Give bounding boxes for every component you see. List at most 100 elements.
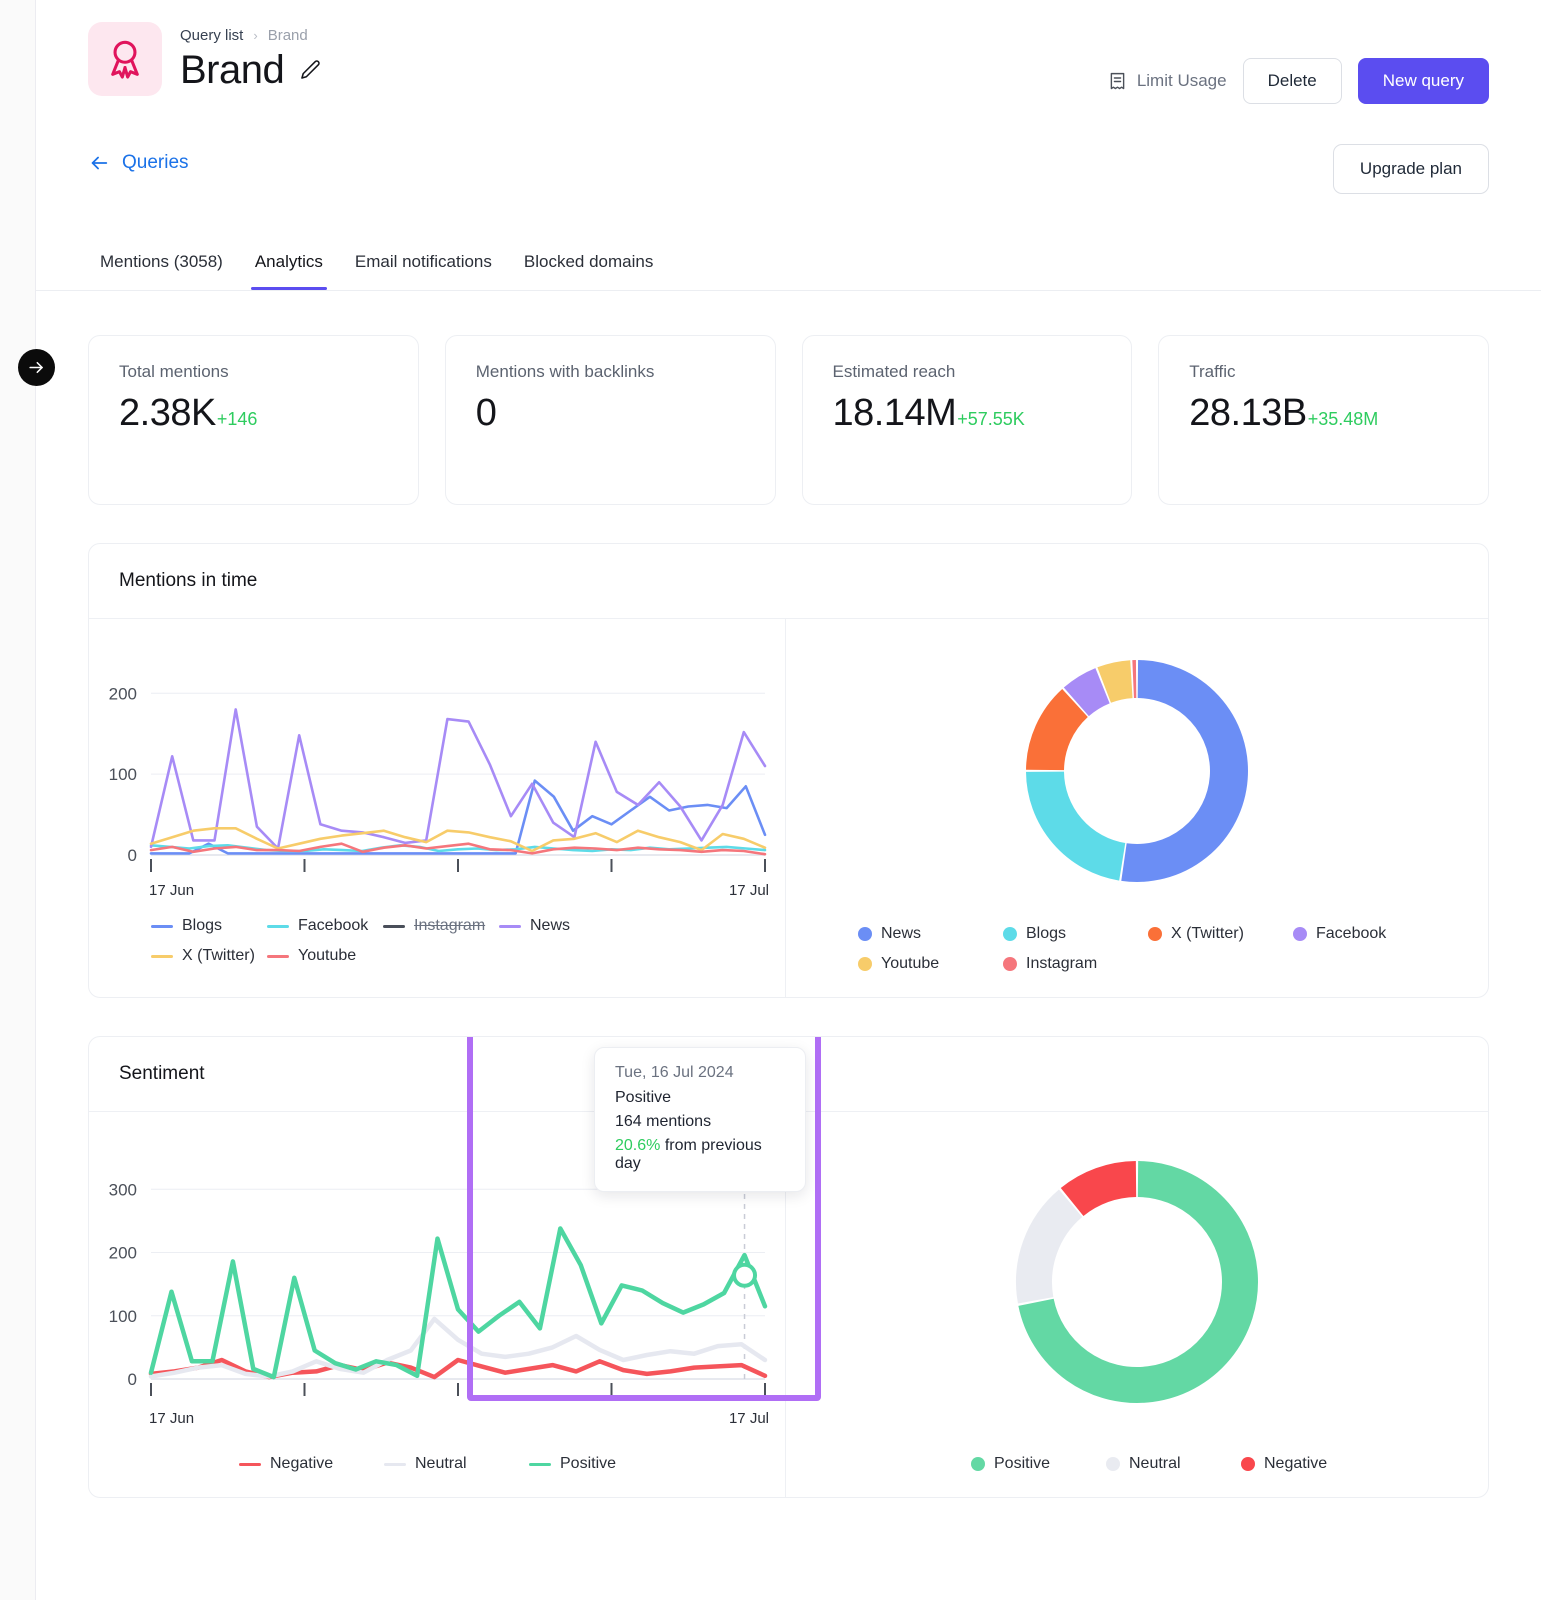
svg-text:300: 300	[109, 1180, 137, 1199]
upgrade-plan-button[interactable]: Upgrade plan	[1333, 144, 1489, 194]
kpi-row: Total mentions2.38K+146Mentions with bac…	[36, 291, 1541, 505]
sentiment-donut	[1012, 1157, 1262, 1407]
legend-item[interactable]: Youtube	[858, 955, 1003, 973]
legend-item[interactable]: Negative	[239, 1455, 384, 1473]
legend-dot-swatch	[971, 1457, 985, 1471]
breadcrumb: Query list › Brand	[180, 22, 323, 44]
legend-item[interactable]: Positive	[971, 1455, 1106, 1473]
legend-item[interactable]: News	[499, 917, 615, 935]
legend-item[interactable]: Neutral	[1106, 1455, 1241, 1473]
pencil-icon	[298, 58, 323, 83]
legend-dot-swatch	[858, 957, 872, 971]
donut-slice	[1076, 686, 1102, 702]
receipt-icon	[1107, 71, 1128, 92]
legend-label: Blogs	[1026, 925, 1066, 943]
new-query-button[interactable]: New query	[1358, 58, 1489, 104]
svg-text:200: 200	[109, 684, 137, 703]
legend-item[interactable]: Blogs	[1003, 925, 1148, 943]
donut-slice	[1124, 679, 1229, 863]
legend-label: X (Twitter)	[182, 947, 255, 965]
legend-line-swatch	[383, 925, 405, 928]
kpi-value: 28.13B	[1189, 392, 1306, 435]
expand-sidebar-button[interactable]	[18, 349, 55, 386]
legend-item[interactable]: X (Twitter)	[1148, 925, 1293, 943]
kpi-delta: +57.55K	[957, 409, 1025, 430]
legend-line-swatch	[529, 1463, 551, 1466]
legend-label: Instagram	[1026, 955, 1097, 973]
legend-label: Positive	[560, 1455, 616, 1473]
tab-mentions-3058[interactable]: Mentions (3058)	[84, 252, 239, 290]
award-ribbon-icon	[102, 36, 148, 82]
tab-label: Email notifications	[355, 252, 492, 271]
kpi-value: 0	[476, 392, 497, 435]
kpi-label: Traffic	[1189, 362, 1458, 382]
legend-item[interactable]: X (Twitter)	[151, 947, 267, 965]
legend-line-swatch	[267, 955, 289, 958]
limit-usage-label: Limit Usage	[1137, 71, 1227, 91]
legend-label: Instagram	[414, 917, 485, 935]
svg-text:17 Jun: 17 Jun	[149, 882, 194, 899]
legend-item[interactable]: News	[858, 925, 1003, 943]
tab-analytics[interactable]: Analytics	[239, 252, 339, 290]
legend-item[interactable]: Instagram	[1003, 955, 1148, 973]
page-content: Query list › Brand Brand	[36, 0, 1541, 1600]
legend-label: Blogs	[182, 917, 222, 935]
breadcrumb-query-list[interactable]: Query list	[180, 27, 243, 44]
svg-text:0: 0	[128, 1370, 137, 1389]
limit-usage-button[interactable]: Limit Usage	[1107, 71, 1227, 92]
mentions-legend: Blogs Facebook Instagram News X (Twitter) You…	[151, 917, 691, 965]
back-label: Queries	[122, 152, 189, 174]
donut-slice	[1045, 772, 1122, 862]
edit-title-button[interactable]	[298, 58, 323, 83]
tooltip-mentions: 164 mentions	[615, 1113, 785, 1131]
legend-label: Youtube	[298, 947, 356, 965]
mentions-line-chart[interactable]: 010020017 Jun17 Jul BlogsFacebookInstagr…	[89, 619, 786, 997]
legend-label: Positive	[994, 1455, 1050, 1473]
kpi-card: Mentions with backlinks0	[445, 335, 776, 505]
legend-item[interactable]: Facebook	[1293, 925, 1438, 943]
svg-text:17 Jul: 17 Jul	[729, 1410, 769, 1427]
legend-label: Facebook	[298, 917, 368, 935]
legend-line-swatch	[151, 925, 173, 928]
legend-dot-swatch	[1003, 957, 1017, 971]
legend-label: News	[530, 917, 570, 935]
tab-email-notifications[interactable]: Email notifications	[339, 252, 508, 290]
mentions-in-time-card: Mentions in time 010020017 Jun17 Jul Blo…	[88, 543, 1489, 998]
legend-label: Neutral	[1129, 1455, 1181, 1473]
legend-dot-swatch	[1106, 1457, 1120, 1471]
legend-item[interactable]: Blogs	[151, 917, 267, 935]
legend-item[interactable]: Youtube	[267, 947, 383, 965]
mentions-donut-chart[interactable]: News Blogs X (Twitter) Facebook Youtube Insta…	[786, 619, 1488, 997]
kpi-delta: +146	[217, 409, 258, 430]
kpi-label: Estimated reach	[833, 362, 1102, 382]
mentions-in-time-title: Mentions in time	[89, 544, 1488, 618]
breadcrumb-separator-icon: ›	[253, 28, 257, 43]
left-rail	[0, 0, 36, 1600]
legend-label: Negative	[1264, 1455, 1327, 1473]
legend-line-swatch	[499, 925, 521, 928]
delete-button[interactable]: Delete	[1243, 58, 1342, 104]
legend-dot-swatch	[1003, 927, 1017, 941]
header-actions: Limit Usage Delete New query	[1107, 58, 1489, 104]
legend-item[interactable]: Neutral	[384, 1455, 529, 1473]
legend-label: Negative	[270, 1455, 333, 1473]
legend-item[interactable]: Facebook	[267, 917, 383, 935]
sentiment-donut-chart[interactable]: Positive Neutral Negative	[786, 1112, 1488, 1497]
donut-slice	[1072, 1179, 1136, 1202]
donut-slice	[1034, 1203, 1071, 1300]
svg-text:200: 200	[109, 1244, 137, 1263]
legend-item[interactable]: Negative	[1241, 1455, 1376, 1473]
legend-dot-swatch	[1241, 1457, 1255, 1471]
svg-text:17 Jun: 17 Jun	[149, 1410, 194, 1427]
legend-item[interactable]: Instagram	[383, 917, 499, 935]
back-to-queries-link[interactable]: Queries	[88, 152, 189, 174]
tab-label: Analytics	[255, 252, 323, 271]
legend-label: X (Twitter)	[1171, 925, 1244, 943]
donut-slice	[1104, 679, 1131, 685]
legend-item[interactable]: Positive	[529, 1455, 674, 1473]
tab-blocked-domains[interactable]: Blocked domains	[508, 252, 669, 290]
kpi-card: Traffic28.13B+35.48M	[1158, 335, 1489, 505]
donut-slice	[1045, 703, 1075, 770]
legend-label: Youtube	[881, 955, 939, 973]
svg-text:100: 100	[109, 765, 137, 784]
